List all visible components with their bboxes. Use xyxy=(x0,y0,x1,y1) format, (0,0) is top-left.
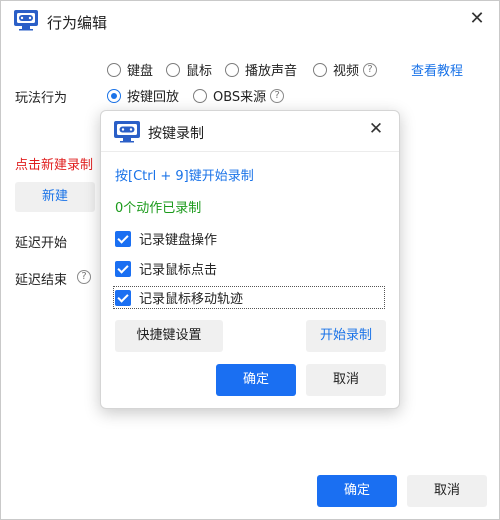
shortcut-hint: 按[Ctrl + 9]键开始录制 xyxy=(115,169,254,184)
delay-end-label: 延迟结束 xyxy=(15,273,68,288)
checkbox-label: 记录鼠标移动轨迹 xyxy=(139,292,244,307)
close-icon[interactable]: ✕ xyxy=(467,9,487,29)
checkbox-checked xyxy=(115,230,131,247)
gamepad-monitor-icon xyxy=(114,121,140,143)
radio-video[interactable]: 视频 ? xyxy=(313,60,378,79)
tutorial-link[interactable]: 查看教程 xyxy=(411,60,463,79)
radio-label: OBS来源 xyxy=(213,90,267,105)
radio-key-replay[interactable]: 按键回放 xyxy=(107,86,179,105)
radio-label: 按键回放 xyxy=(127,90,180,105)
key-record-dialog: 按键录制 ✕ 按[Ctrl + 9]键开始录制 0个动作已录制 记录键盘操作 记… xyxy=(100,110,400,409)
checkbox-record-keyboard[interactable]: 记录键盘操作 xyxy=(115,229,217,248)
radio-circle xyxy=(166,62,180,77)
radio-label: 键盘 xyxy=(127,64,154,79)
radio-keyboard[interactable]: 键盘 xyxy=(107,60,153,79)
new-button[interactable]: 新建 xyxy=(15,182,95,212)
dialog-title: 按键录制 xyxy=(148,126,204,142)
gamepad-monitor-icon xyxy=(14,10,38,31)
new-record-label: 点击新建录制 xyxy=(15,158,94,173)
checkbox-record-mouse-click[interactable]: 记录鼠标点击 xyxy=(115,259,217,278)
help-icon[interactable]: ? xyxy=(77,270,91,284)
checkbox-checked xyxy=(115,260,131,277)
delay-start-label: 延迟开始 xyxy=(15,236,68,251)
dialog-cancel-button[interactable]: 取消 xyxy=(306,364,386,396)
radio-circle xyxy=(107,62,121,77)
close-icon[interactable]: ✕ xyxy=(367,120,385,138)
divider xyxy=(101,151,399,152)
radio-circle xyxy=(313,62,327,77)
cancel-button[interactable]: 取消 xyxy=(407,475,487,507)
radio-play-sound[interactable]: 播放声音 xyxy=(225,60,297,79)
title-bar: 行为编辑 ✕ xyxy=(1,1,499,41)
checkbox-checked xyxy=(115,289,131,306)
checkbox-label: 记录鼠标点击 xyxy=(139,263,218,278)
radio-label: 鼠标 xyxy=(186,64,213,79)
radio-circle xyxy=(225,62,239,77)
play-behavior-label: 玩法行为 xyxy=(15,91,68,106)
dialog-ok-button[interactable]: 确定 xyxy=(216,364,296,396)
ok-button[interactable]: 确定 xyxy=(317,475,397,507)
radio-label: 视频 xyxy=(333,64,360,79)
radio-circle xyxy=(193,88,207,103)
help-icon[interactable]: ? xyxy=(270,88,285,103)
radio-label: 播放声音 xyxy=(245,64,298,79)
radio-circle-checked xyxy=(107,88,121,103)
recorded-count-status: 0个动作已录制 xyxy=(115,201,202,216)
start-record-button[interactable]: 开始录制 xyxy=(306,320,386,352)
help-icon[interactable]: ? xyxy=(363,62,378,77)
radio-mouse[interactable]: 鼠标 xyxy=(166,60,212,79)
radio-obs-source[interactable]: OBS来源 ? xyxy=(193,86,285,105)
checkbox-record-mouse-move[interactable]: 记录鼠标移动轨迹 xyxy=(113,286,385,309)
checkbox-label: 记录键盘操作 xyxy=(139,233,218,248)
hotkey-settings-button[interactable]: 快捷键设置 xyxy=(115,320,223,352)
window-title: 行为编辑 xyxy=(47,14,108,32)
